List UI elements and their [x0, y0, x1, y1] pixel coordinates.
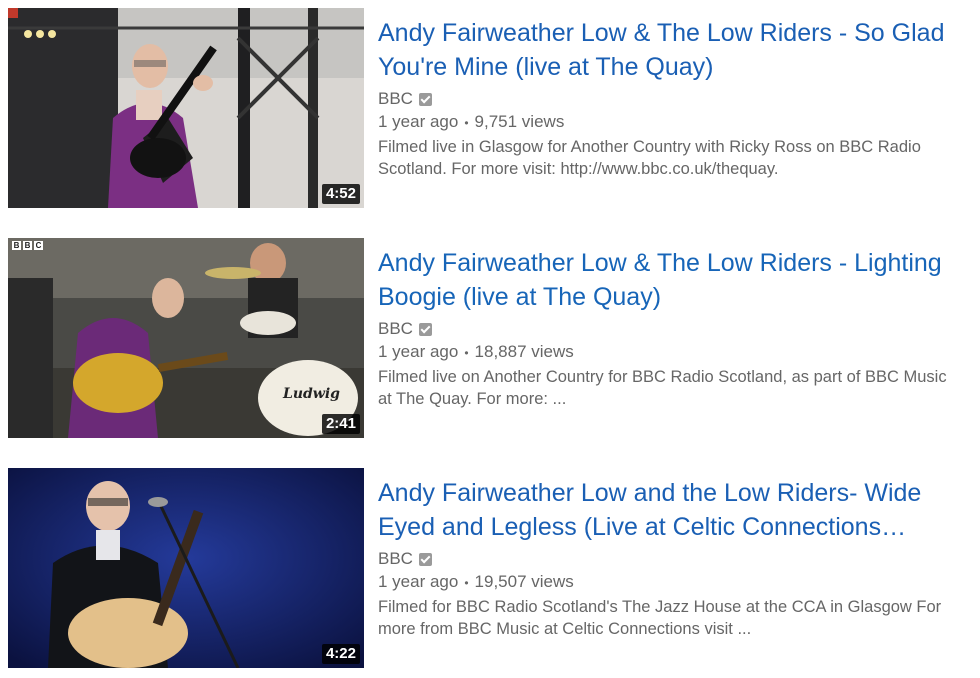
watermark-letter: B	[23, 241, 32, 250]
separator-dot: •	[464, 115, 469, 130]
video-thumbnail[interactable]: 4:52	[8, 8, 364, 208]
upload-age: 1 year ago	[378, 112, 459, 131]
video-result[interactable]: 4:52 Andy Fairweather Low & The Low Ride…	[8, 8, 968, 208]
video-duration: 4:52	[321, 184, 360, 204]
video-result[interactable]: B B C Ludwig 2:41 Andy Fairweather Low &…	[8, 238, 968, 438]
video-duration: 2:41	[321, 414, 360, 434]
video-result[interactable]: 4:22 Andy Fairweather Low and the Low Ri…	[8, 468, 968, 668]
separator-dot: •	[464, 345, 469, 360]
video-info: Andy Fairweather Low & The Low Riders - …	[378, 8, 968, 180]
channel-name[interactable]: BBC	[378, 88, 968, 110]
view-count: 9,751 views	[474, 112, 565, 131]
separator-dot: •	[464, 575, 469, 590]
verified-badge-icon	[418, 92, 432, 106]
channel-name[interactable]: BBC	[378, 548, 968, 570]
thumbnail-image-band-on-stage	[8, 238, 364, 438]
video-meta: 1 year ago • 9,751 views	[378, 111, 968, 134]
verified-badge-icon	[418, 322, 432, 336]
video-description: Filmed live in Glasgow for Another Count…	[378, 137, 921, 178]
video-description: Filmed live on Another Country for BBC R…	[378, 367, 947, 408]
video-title-link[interactable]: Andy Fairweather Low & The Low Riders - …	[378, 246, 968, 314]
drum-logo: Ludwig	[283, 386, 340, 402]
watermark-letter: B	[12, 241, 21, 250]
video-thumbnail[interactable]: B B C Ludwig 2:41	[8, 238, 364, 438]
video-meta: 1 year ago • 18,887 views	[378, 341, 968, 364]
thumbnail-image-guitarist-dark-stage	[8, 468, 364, 668]
channel-label: BBC	[378, 549, 413, 568]
upload-age: 1 year ago	[378, 572, 459, 591]
video-thumbnail[interactable]: 4:22	[8, 468, 364, 668]
channel-name[interactable]: BBC	[378, 318, 968, 340]
view-count: 19,507 views	[474, 572, 574, 591]
upload-age: 1 year ago	[378, 342, 459, 361]
watermark-letter: C	[34, 241, 43, 250]
video-description: Filmed for BBC Radio Scotland's The Jazz…	[378, 597, 942, 638]
view-count: 18,887 views	[474, 342, 574, 361]
channel-label: BBC	[378, 89, 413, 108]
video-title-link[interactable]: Andy Fairweather Low and the Low Riders-…	[378, 476, 968, 544]
video-duration: 4:22	[321, 644, 360, 664]
video-info: Andy Fairweather Low & The Low Riders - …	[378, 238, 968, 410]
verified-badge-icon	[418, 552, 432, 566]
video-info: Andy Fairweather Low and the Low Riders-…	[378, 468, 968, 640]
thumbnail-image-guitarist-purple-suit	[8, 8, 364, 208]
video-title-link[interactable]: Andy Fairweather Low & The Low Riders - …	[378, 16, 968, 84]
channel-label: BBC	[378, 319, 413, 338]
bbc-watermark: B B C	[12, 241, 43, 250]
video-meta: 1 year ago • 19,507 views	[378, 571, 968, 594]
